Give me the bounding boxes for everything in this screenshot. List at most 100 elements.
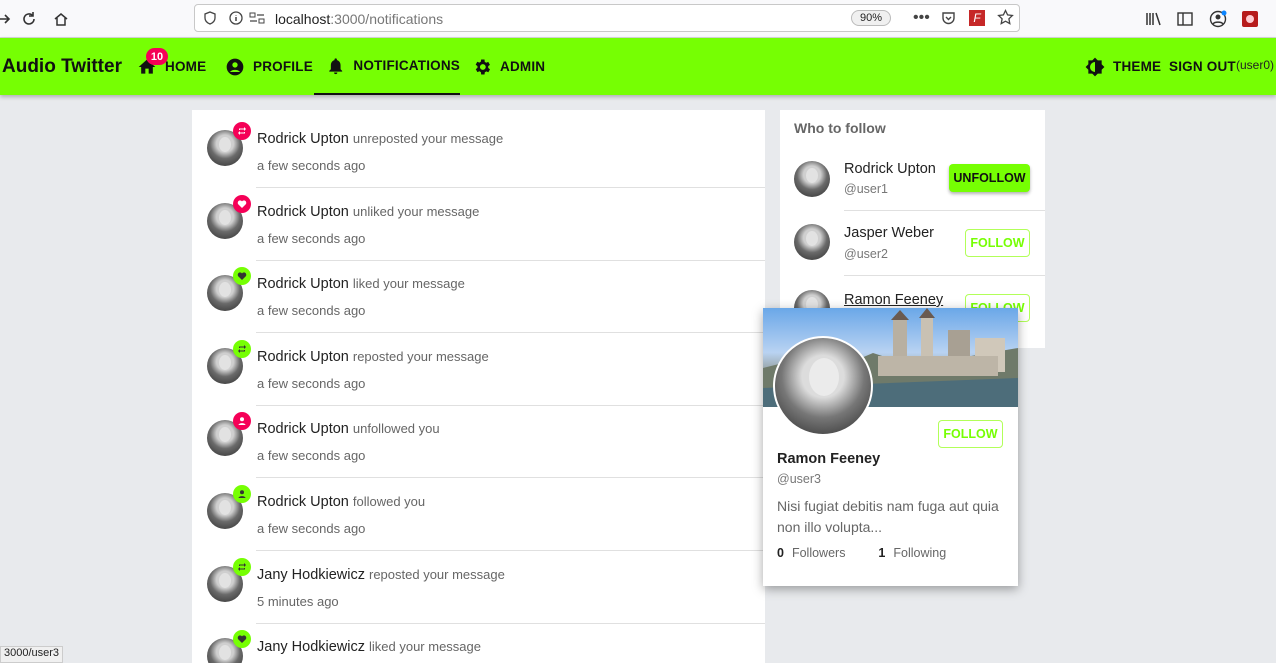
nav-admin[interactable]: ADMIN bbox=[472, 38, 545, 95]
heart-icon bbox=[233, 630, 251, 649]
info-icon[interactable] bbox=[229, 11, 243, 30]
notification-item[interactable]: Rodrick Upton unliked your message a few s… bbox=[192, 183, 765, 255]
theme-label: THEME bbox=[1113, 59, 1162, 74]
extension-addon-icon[interactable] bbox=[1239, 8, 1261, 30]
notification-user-name[interactable]: Rodrick Upton bbox=[257, 276, 349, 292]
nav-admin-label: ADMIN bbox=[500, 59, 546, 74]
nav-notifications-label: NOTIFICATIONS bbox=[353, 58, 460, 73]
brightness-icon bbox=[1085, 57, 1105, 76]
notification-item[interactable]: Rodrick Upton liked your message a few sec… bbox=[192, 255, 765, 327]
app-title[interactable]: Audio Twitter bbox=[2, 56, 122, 78]
notification-item[interactable]: Jany Hodkiewicz reposted your message 5 mi… bbox=[192, 546, 765, 618]
sign-out-label: SIGN OUT bbox=[1169, 59, 1236, 74]
notification-item[interactable]: Rodrick Upton unfollowed you a few seconds… bbox=[192, 400, 765, 472]
following-count: 1 bbox=[878, 546, 886, 560]
notification-item[interactable]: Rodrick Upton unreposted your message a fe… bbox=[192, 110, 765, 182]
notification-action: reposted your message bbox=[369, 566, 505, 582]
page-actions-icon[interactable]: ••• bbox=[913, 9, 930, 27]
following-label[interactable]: Following bbox=[893, 546, 946, 560]
notification-user-name[interactable]: Jany Hodkiewicz bbox=[257, 639, 365, 655]
notification-text: Rodrick Upton unreposted your message bbox=[257, 131, 503, 147]
repost-icon bbox=[233, 122, 251, 140]
notification-user-name[interactable]: Rodrick Upton bbox=[257, 131, 349, 147]
repost-icon bbox=[233, 339, 251, 358]
sign-out-button[interactable]: SIGN OUT bbox=[1169, 38, 1236, 95]
reload-icon[interactable] bbox=[18, 8, 40, 30]
divider bbox=[844, 275, 1045, 276]
notification-item[interactable]: Rodrick Upton followed you a few seconds a… bbox=[192, 473, 765, 545]
notification-action: reposted your message bbox=[352, 348, 489, 364]
url-text[interactable]: localhost:3000/notifications bbox=[275, 11, 443, 27]
notification-time: 5 minutes ago bbox=[257, 593, 339, 609]
url-bar[interactable]: localhost:3000/notifications 90% ••• F bbox=[194, 4, 1020, 32]
profile-handle: @user3 bbox=[777, 472, 821, 486]
zoom-level[interactable]: 90% bbox=[851, 10, 892, 26]
bookmark-star-icon[interactable] bbox=[997, 8, 1014, 31]
bell-icon bbox=[329, 57, 343, 74]
person-icon bbox=[233, 412, 251, 431]
notification-time: a few seconds ago bbox=[257, 448, 366, 464]
shield-icon[interactable] bbox=[203, 11, 217, 30]
theme-button[interactable]: THEME bbox=[1085, 38, 1161, 95]
repost-icon bbox=[233, 557, 251, 576]
notification-item[interactable]: Jany Hodkiewicz liked your message bbox=[192, 618, 765, 663]
nav-profile-label: PROFILE bbox=[253, 59, 313, 74]
who-to-follow-title: Who to follow bbox=[794, 120, 886, 136]
notification-user-name[interactable]: Jany Hodkiewicz bbox=[257, 567, 365, 583]
notification-time: a few seconds ago bbox=[257, 521, 366, 536]
notification-text: Rodrick Upton followed you bbox=[257, 494, 425, 510]
extension-icon[interactable]: F bbox=[969, 10, 985, 26]
avatar[interactable] bbox=[794, 161, 830, 197]
notification-user-name[interactable]: Rodrick Upton bbox=[257, 349, 349, 365]
notification-text: Rodrick Upton liked your message bbox=[257, 276, 465, 292]
follow-button[interactable]: FOLLOW bbox=[938, 420, 1003, 448]
profile-name: Ramon Feeney bbox=[777, 451, 881, 467]
gear-icon bbox=[475, 59, 490, 74]
follow-suggestion-name[interactable]: Ramon Feeney bbox=[844, 292, 943, 308]
heart-icon bbox=[233, 194, 251, 213]
followers-label[interactable]: Followers bbox=[792, 546, 846, 560]
profile-stats: 0 Followers 1 Following bbox=[777, 546, 946, 560]
notification-text: Rodrick Upton unfollowed you bbox=[257, 421, 440, 437]
permissions-icon[interactable] bbox=[249, 11, 265, 30]
unfollow-button[interactable]: UNFOLLOW bbox=[949, 164, 1030, 192]
nav-profile[interactable]: PROFILE bbox=[225, 38, 313, 95]
pocket-icon[interactable] bbox=[941, 11, 956, 31]
notification-action: followed you bbox=[352, 494, 426, 509]
nav-notifications[interactable]: NOTIFICATIONS bbox=[314, 38, 460, 95]
notification-count-badge: 10 bbox=[146, 48, 168, 65]
notification-action: liked your message bbox=[352, 276, 465, 292]
notification-text: Rodrick Upton unliked your message bbox=[257, 204, 479, 220]
follow-suggestion-handle: @user2 bbox=[844, 247, 888, 261]
notification-user-name[interactable]: Rodrick Upton bbox=[257, 421, 349, 437]
status-url-tooltip: 3000/user3 bbox=[0, 646, 64, 663]
avatar[interactable] bbox=[794, 224, 830, 260]
notification-action: liked your message bbox=[369, 639, 481, 655]
account-icon[interactable] bbox=[1207, 8, 1229, 30]
follow-suggestion-name[interactable]: Jasper Weber bbox=[844, 225, 934, 241]
notification-time: a few seconds ago bbox=[257, 230, 366, 246]
sidebar-icon[interactable] bbox=[1174, 8, 1196, 30]
notification-text: Rodrick Upton reposted your message bbox=[257, 349, 489, 365]
forward-icon[interactable] bbox=[0, 8, 16, 30]
nav-home-label: HOME bbox=[165, 59, 207, 74]
profile-hover-card: FOLLOW Ramon Feeney @user3 Nisi fugiat d… bbox=[763, 308, 1018, 586]
notification-user-name[interactable]: Rodrick Upton bbox=[257, 204, 349, 220]
account-circle-icon bbox=[226, 58, 244, 75]
notification-action: unfollowed you bbox=[352, 421, 440, 437]
notification-text: Jany Hodkiewicz reposted your message bbox=[257, 567, 505, 583]
home-icon[interactable] bbox=[50, 8, 72, 30]
notification-user-name[interactable]: Rodrick Upton bbox=[257, 494, 349, 510]
current-user: (user0) bbox=[1236, 58, 1275, 72]
notification-text: Jany Hodkiewicz liked your message bbox=[257, 639, 481, 655]
notification-item[interactable]: Rodrick Upton reposted your message a few … bbox=[192, 328, 765, 400]
nav-home[interactable]: HOME bbox=[137, 38, 206, 95]
notifications-list: Rodrick Upton unreposted your message a fe… bbox=[192, 110, 765, 663]
follow-suggestion-name[interactable]: Rodrick Upton bbox=[844, 161, 936, 177]
app-bar: Audio Twitter HOME 10 PROFILE NOTIFICATI… bbox=[0, 38, 1276, 95]
notification-time: a few seconds ago bbox=[257, 158, 366, 173]
notification-time: a few seconds ago bbox=[257, 303, 366, 319]
follow-button[interactable]: FOLLOW bbox=[965, 229, 1030, 257]
notification-time: a few seconds ago bbox=[257, 375, 366, 391]
library-icon[interactable] bbox=[1143, 8, 1165, 30]
